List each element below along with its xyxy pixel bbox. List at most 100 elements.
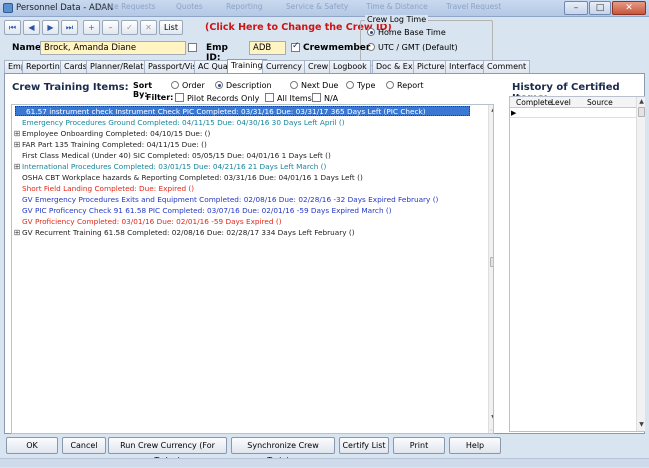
certify-list-button[interactable]: Certify List (339, 437, 389, 454)
home-base-time-radio[interactable]: Home Base Time (367, 28, 446, 39)
scroll-down-icon[interactable]: ▼ (489, 413, 493, 423)
history-scrollbar[interactable]: ▲ ▼ (636, 97, 645, 431)
tab-picture[interactable]: Picture (413, 60, 449, 73)
all-items-checkbox[interactable]: All Items (265, 93, 312, 103)
list-item-text: GV Emergency Procedures Exits and Equipm… (22, 195, 439, 204)
name-lock-checkbox[interactable] (188, 43, 197, 52)
list-item[interactable]: ⊞ International Procedures Completed: 03/… (12, 162, 482, 172)
training-items-list[interactable]: 61.57 instrument check Instrument Check … (11, 104, 494, 434)
delete-record-icon[interactable]: – (102, 20, 119, 35)
sort-next-due-radio[interactable]: Next Due (290, 81, 338, 90)
ok-button[interactable]: OK (6, 437, 58, 454)
list-item[interactable]: OSHA CBT Workplace hazards & Reporting C… (12, 173, 482, 183)
crewmember-checkbox[interactable] (291, 41, 300, 52)
cancel-button[interactable]: Cancel (62, 437, 106, 454)
history-new-row[interactable]: ▶ (510, 108, 636, 118)
list-item[interactable]: First Class Medical (Under 40) SIC Compl… (12, 151, 482, 161)
current-row-icon: ▶ (511, 109, 517, 117)
list-item[interactable]: Emergency Procedures Ground Completed: 0… (12, 118, 482, 128)
background-tab[interactable]: Reporting (226, 2, 262, 15)
history-grid-header: Complete Level Source (510, 97, 636, 108)
maximize-button[interactable]: □ (589, 1, 611, 15)
scroll-thumb[interactable] (638, 107, 645, 117)
sort-order-label: Order (182, 81, 205, 90)
save-record-icon[interactable]: ✓ (121, 20, 138, 35)
sort-type-radio[interactable]: Type (346, 81, 375, 90)
prev-record-icon[interactable]: ◀ (23, 20, 40, 35)
expand-icon[interactable]: ⊞ (12, 228, 22, 238)
list-item-text: OSHA CBT Workplace hazards & Reporting C… (22, 173, 363, 182)
scroll-up-icon[interactable]: ▲ (637, 97, 646, 107)
background-tab[interactable]: Quote Requests (96, 2, 156, 15)
run-crew-currency-button[interactable]: Run Crew Currency (For Today) (108, 437, 227, 465)
scroll-down-icon[interactable]: ▼ (637, 420, 646, 430)
next-record-icon[interactable]: ▶ (42, 20, 59, 35)
minimize-button[interactable]: – (564, 1, 588, 15)
history-grid[interactable]: Complete Level Source ▶ ▲ ▼ (509, 96, 645, 432)
print-button[interactable]: Print (393, 437, 445, 454)
sort-description-radio[interactable]: Description (215, 81, 272, 90)
radio-empty-icon[interactable] (171, 81, 179, 89)
radio-selected-icon[interactable] (367, 28, 375, 36)
list-item[interactable]: 61.57 instrument check Instrument Check … (15, 106, 470, 116)
radio-empty-icon[interactable] (346, 81, 354, 89)
sort-description-label: Description (226, 81, 272, 90)
synchronize-crew-training-button[interactable]: Synchronize Crew Training (231, 437, 335, 465)
emp-id-field[interactable]: ADB (249, 41, 286, 55)
sort-report-radio[interactable]: Report (386, 81, 424, 90)
list-item[interactable]: GV PIC Proficency Check 91 61.58 PIC Com… (12, 206, 482, 216)
home-base-time-label: Home Base Time (378, 28, 446, 37)
checkbox-empty-icon[interactable] (175, 93, 184, 102)
tab-comment[interactable]: Comment (483, 60, 531, 73)
add-record-icon[interactable]: + (83, 20, 100, 35)
list-item[interactable]: GV Proficiency Completed: 03/01/16 Due: … (12, 217, 482, 227)
list-item-text: GV PIC Proficency Check 91 61.58 PIC Com… (22, 206, 392, 215)
background-tab[interactable]: Time & Distance (366, 2, 428, 15)
last-record-icon[interactable]: ⏭ (61, 20, 78, 35)
checkbox-empty-icon[interactable] (265, 93, 274, 102)
radio-empty-icon[interactable] (290, 81, 298, 89)
list-item[interactable]: ⊞ FAR Part 135 Training Completed: 04/11/… (12, 140, 482, 150)
tab-training[interactable]: Training (227, 59, 267, 73)
training-list-scrollbar[interactable]: ▲ ▼ ⋰ (488, 105, 493, 433)
list-item[interactable]: ⊞ GV Recurrent Training 61.58 Completed: … (12, 228, 482, 238)
list-button[interactable]: List (159, 20, 183, 35)
action-bar: OK Cancel Run Crew Currency (For Today) … (4, 437, 645, 465)
radio-empty-icon[interactable] (386, 81, 394, 89)
expand-icon[interactable]: ⊞ (12, 162, 22, 172)
tab-crew[interactable]: Crew (304, 60, 333, 73)
utc-gmt-radio[interactable]: UTC / GMT (Default) (367, 43, 458, 54)
list-item-text: 61.57 instrument check Instrument Check … (26, 107, 426, 116)
background-tab[interactable]: Service & Safety (286, 2, 348, 15)
close-button[interactable]: ✕ (612, 1, 646, 15)
background-tab[interactable]: Quotes (176, 2, 203, 15)
list-item-text: FAR Part 135 Training Completed: 04/11/1… (22, 140, 207, 149)
list-item-text: GV Recurrent Training 61.58 Completed: 0… (22, 228, 355, 237)
sort-order-radio[interactable]: Order (171, 81, 205, 90)
col-source[interactable]: Source (587, 97, 613, 108)
list-item[interactable]: GV Emergency Procedures Exits and Equipm… (12, 195, 482, 205)
help-button[interactable]: Help (449, 437, 501, 454)
expand-icon[interactable]: ⊞ (12, 140, 22, 150)
app-icon (3, 3, 13, 13)
first-record-icon[interactable]: ⏮ (4, 20, 21, 35)
radio-selected-icon[interactable] (215, 81, 223, 89)
filter-label: Filter: (146, 93, 174, 102)
name-field[interactable]: Brock, Amanda Diane (40, 41, 186, 55)
expand-icon[interactable]: ⊞ (12, 129, 22, 139)
tab-currency[interactable]: Currency (262, 60, 307, 73)
col-level[interactable]: Level (551, 97, 571, 108)
checkbox-empty-icon[interactable] (312, 93, 321, 102)
tab-logbook[interactable]: Logbook (329, 60, 371, 73)
list-item[interactable]: Short Field Landing Completed: Due: Expi… (12, 184, 482, 194)
col-complete[interactable]: Complete (516, 97, 552, 108)
list-item[interactable]: ⊞ Employee Onboarding Completed: 04/10/15… (12, 129, 482, 139)
list-item-text: International Procedures Completed: 03/0… (22, 162, 327, 171)
scroll-thumb[interactable] (490, 257, 493, 267)
scroll-up-icon[interactable]: ▲ (489, 105, 493, 115)
cancel-edit-icon[interactable]: ✕ (140, 20, 157, 35)
na-checkbox[interactable]: N/A (312, 93, 338, 103)
pilot-records-only-checkbox[interactable]: Pilot Records Only (175, 93, 259, 103)
background-tabs: Quote Requests Quotes Reporting Service … (96, 2, 516, 15)
background-tab[interactable]: Travel Request (446, 2, 501, 15)
